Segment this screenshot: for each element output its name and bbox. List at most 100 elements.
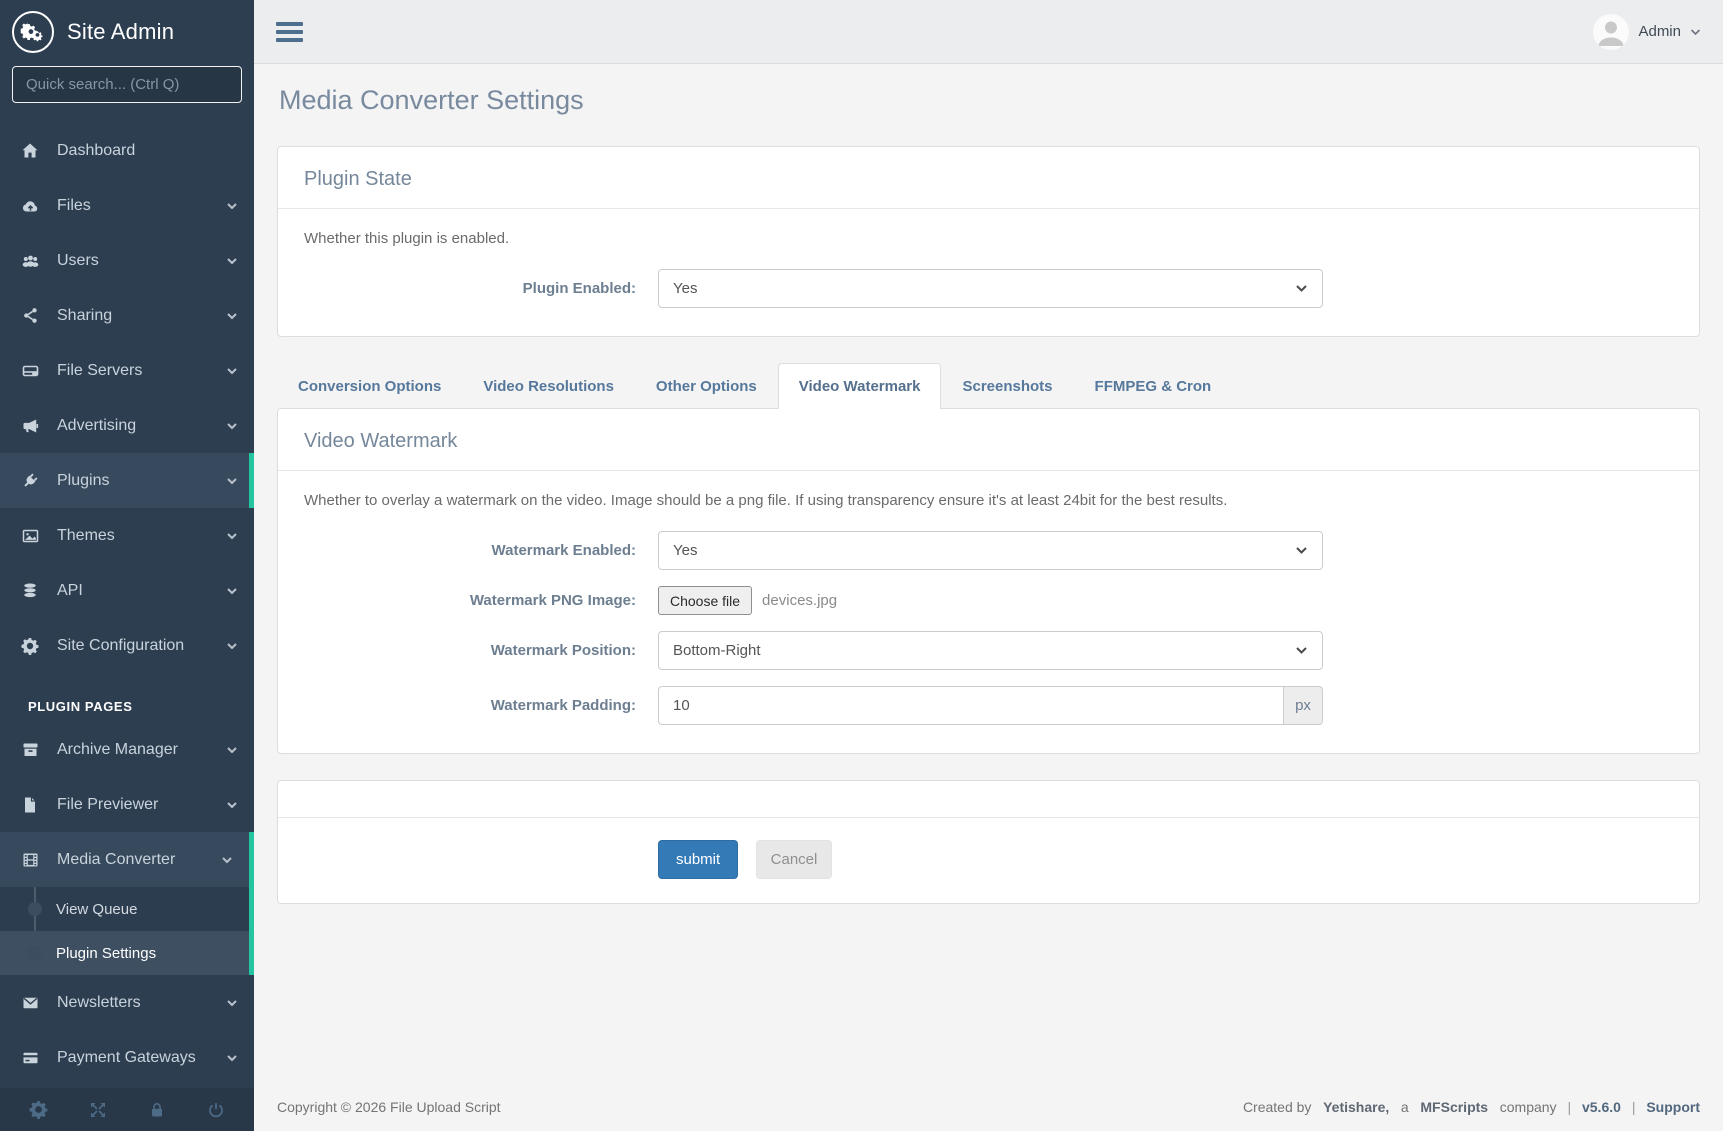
version-text: v5.6.0 — [1582, 1099, 1621, 1115]
chevron-down-icon — [226, 998, 238, 1008]
sidebar-item-archive-manager[interactable]: Archive Manager — [0, 722, 254, 777]
watermark-padding-input[interactable] — [658, 686, 1283, 725]
tab-video-resolutions[interactable]: Video Resolutions — [462, 363, 635, 408]
tab-other-options[interactable]: Other Options — [635, 363, 778, 408]
cancel-button[interactable]: Cancel — [756, 840, 833, 879]
watermark-position-select[interactable]: Bottom-Right — [658, 631, 1323, 670]
sidebar-item-label: Plugins — [57, 472, 109, 490]
sidebar-item-newsletters[interactable]: Newsletters — [0, 975, 254, 1030]
chevron-down-icon — [226, 586, 238, 596]
submenu-item-label: View Queue — [56, 901, 137, 918]
sidebar-item-themes[interactable]: Themes — [0, 508, 254, 563]
bullet-icon — [28, 946, 42, 960]
yetishare-link[interactable]: Yetishare, — [1323, 1099, 1389, 1115]
sidebar-item-media-converter[interactable]: Media Converter — [0, 832, 249, 887]
user-name: Admin — [1638, 23, 1681, 40]
tab-conversion-options[interactable]: Conversion Options — [277, 363, 462, 408]
plug-icon — [18, 471, 42, 491]
sidebar-item-label: Newsletters — [57, 994, 141, 1012]
video-watermark-panel: Video Watermark Whether to overlay a wat… — [277, 408, 1700, 754]
sidebar-item-label: File Previewer — [57, 796, 158, 814]
sidebar: Site Admin Dashboard Files Users Sharing… — [0, 0, 254, 1131]
sidebar-item-label: Archive Manager — [57, 741, 178, 759]
film-icon — [18, 850, 42, 870]
sidebar-item-label: Themes — [57, 527, 115, 545]
chevron-down-icon — [226, 531, 238, 541]
chosen-file-name: devices.jpg — [762, 592, 837, 609]
sidebar-item-file-servers[interactable]: File Servers — [0, 343, 254, 398]
sidebar-item-file-previewer[interactable]: File Previewer — [0, 777, 254, 832]
choose-file-button[interactable]: Choose file — [658, 586, 752, 615]
main-area: Admin Media Converter Settings Plugin St… — [254, 0, 1723, 1131]
expand-icon[interactable] — [88, 1100, 108, 1120]
chevron-down-icon — [226, 311, 238, 321]
plugin-enabled-label: Plugin Enabled: — [304, 280, 636, 297]
watermark-enabled-select[interactable]: Yes — [658, 531, 1323, 570]
sidebar-item-plugins[interactable]: Plugins — [0, 453, 254, 508]
mfscripts-link[interactable]: MFScripts — [1420, 1099, 1488, 1115]
chevron-down-icon — [226, 476, 238, 486]
sidebar-item-advertising[interactable]: Advertising — [0, 398, 254, 453]
chevron-down-icon — [1295, 646, 1308, 655]
created-by-text: Created by — [1243, 1099, 1311, 1115]
footer-credits: Created by Yetishare, a MFScripts compan… — [1243, 1099, 1700, 1115]
users-icon — [18, 251, 42, 271]
sidebar-item-sharing[interactable]: Sharing — [0, 288, 254, 343]
sidebar-item-payment-gateways[interactable]: Payment Gateways — [0, 1030, 254, 1085]
sidebar-item-users[interactable]: Users — [0, 233, 254, 288]
plugin-enabled-select[interactable]: Yes — [658, 269, 1323, 308]
file-icon — [18, 795, 42, 815]
app-title: Site Admin — [67, 19, 174, 45]
submit-button[interactable]: submit — [658, 840, 738, 879]
envelope-icon — [18, 993, 42, 1013]
submenu-item-view-queue[interactable]: View Queue — [0, 887, 249, 931]
plugin-pages-heading: PLUGIN PAGES — [0, 673, 254, 722]
watermark-description: Whether to overlay a watermark on the vi… — [304, 492, 1673, 509]
footer: Copyright © 2026 File Upload Script Crea… — [254, 1083, 1723, 1131]
sidebar-item-label: Site Configuration — [57, 637, 184, 655]
tab-video-watermark[interactable]: Video Watermark — [778, 363, 942, 409]
sidebar-item-label: Sharing — [57, 307, 112, 325]
support-link[interactable]: Support — [1646, 1099, 1700, 1115]
archive-icon — [18, 740, 42, 760]
chevron-down-icon — [226, 745, 238, 755]
power-icon[interactable] — [206, 1100, 226, 1120]
share-icon — [18, 306, 42, 325]
settings-tabs: Conversion Options Video Resolutions Oth… — [277, 363, 1700, 408]
gear-icon[interactable] — [28, 1099, 49, 1120]
user-menu[interactable]: Admin — [1593, 14, 1701, 50]
chevron-down-icon — [1295, 546, 1308, 555]
quick-search-input[interactable] — [12, 66, 242, 103]
sidebar-item-label: File Servers — [57, 362, 142, 380]
menu-toggle-icon[interactable] — [276, 22, 303, 42]
submenu-item-plugin-settings[interactable]: Plugin Settings — [0, 931, 249, 975]
sidebar-item-site-configuration[interactable]: Site Configuration — [0, 618, 254, 673]
app-logo: Site Admin — [0, 0, 254, 62]
topbar: Admin — [254, 0, 1723, 64]
chevron-down-icon — [1295, 284, 1308, 293]
page-title: Media Converter Settings — [279, 85, 1700, 116]
panel-title: Plugin State — [304, 168, 1673, 191]
submenu-item-label: Plugin Settings — [56, 945, 156, 962]
separator: | — [1632, 1099, 1636, 1115]
sidebar-item-label: Users — [57, 252, 99, 270]
chevron-down-icon — [1690, 28, 1701, 36]
bullhorn-icon — [18, 416, 42, 436]
tab-screenshots[interactable]: Screenshots — [941, 363, 1073, 408]
lock-icon[interactable] — [147, 1100, 167, 1120]
padding-unit-addon: px — [1283, 686, 1323, 725]
cloud-upload-icon — [18, 196, 42, 216]
sidebar-group-media-converter: Media Converter View Queue Plugin Settin… — [0, 832, 254, 975]
sidebar-item-api[interactable]: API — [0, 563, 254, 618]
chevron-down-icon — [226, 366, 238, 376]
chevron-down-icon — [226, 201, 238, 211]
sidebar-item-files[interactable]: Files — [0, 178, 254, 233]
sidebar-item-label: Dashboard — [57, 142, 135, 160]
copyright-text: Copyright © 2026 File Upload Script — [277, 1099, 501, 1115]
sidebar-item-dashboard[interactable]: Dashboard — [0, 123, 254, 178]
chevron-down-icon — [226, 1053, 238, 1063]
tab-ffmpeg-cron[interactable]: FFMPEG & Cron — [1074, 363, 1233, 408]
selected-value: Bottom-Right — [673, 642, 761, 659]
credits-text: a — [1401, 1099, 1409, 1115]
watermark-enabled-label: Watermark Enabled: — [304, 542, 636, 559]
